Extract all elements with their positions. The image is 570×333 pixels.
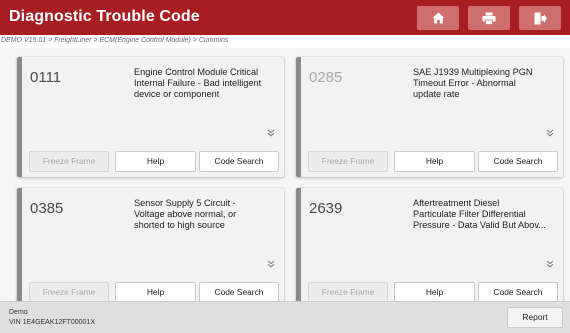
- app-window: Diagnostic Trouble Code DEMO V15.01 > Fr…: [0, 0, 570, 333]
- report-button[interactable]: Report: [507, 307, 563, 328]
- code-search-button[interactable]: Code Search: [199, 151, 279, 172]
- dtc-card: 0385 Sensor Supply 5 Circuit - Voltage a…: [17, 188, 284, 301]
- vin-label: VIN 1E4GEAK12FT00001X: [9, 319, 95, 326]
- breadcrumb: DEMO V15.01 > FreightLiner > ECM(Engine …: [0, 35, 570, 48]
- expand-chevron-icon[interactable]: [545, 259, 555, 269]
- card-accent-stripe: [17, 57, 22, 177]
- expand-chevron-icon[interactable]: [266, 128, 276, 138]
- dtc-description: Engine Control Module Critical Internal …: [134, 67, 262, 99]
- code-search-button[interactable]: Code Search: [199, 282, 279, 301]
- card-accent-stripe: [296, 57, 301, 177]
- dtc-description: SAE J1939 Multiplexing PGN Timeout Error…: [413, 67, 533, 99]
- freeze-frame-button: Freeze Frame: [29, 151, 109, 172]
- exit-icon: [534, 12, 547, 24]
- dtc-card: 2639 Aftertreatment Diesel Particulate F…: [296, 188, 563, 301]
- printer-icon: [482, 12, 496, 25]
- dtc-description: Aftertreatment Diesel Particulate Filter…: [413, 198, 546, 230]
- dtc-card: 0285 SAE J1939 Multiplexing PGN Timeout …: [296, 57, 563, 177]
- freeze-frame-button: Freeze Frame: [29, 282, 109, 301]
- title-bar: Diagnostic Trouble Code: [0, 0, 570, 35]
- card-accent-stripe: [17, 188, 22, 301]
- dtc-code: 0385: [30, 200, 64, 217]
- breadcrumb-path: DEMO V15.01 > FreightLiner > ECM(Engine …: [1, 37, 229, 44]
- freeze-frame-button: Freeze Frame: [308, 151, 388, 172]
- exit-button[interactable]: [519, 6, 561, 30]
- help-button[interactable]: Help: [394, 282, 475, 301]
- help-button[interactable]: Help: [115, 282, 196, 301]
- card-accent-stripe: [296, 188, 301, 301]
- code-search-button[interactable]: Code Search: [478, 151, 558, 172]
- dtc-code: 0285: [309, 69, 343, 86]
- dtc-code: 2639: [309, 200, 343, 217]
- page-title: Diagnostic Trouble Code: [9, 8, 200, 25]
- print-button[interactable]: [468, 6, 510, 30]
- dtc-description: Sensor Supply 5 Circuit - Voltage above …: [134, 198, 237, 230]
- dtc-list[interactable]: 0111 Engine Control Module Critical Inte…: [0, 48, 570, 301]
- freeze-frame-button: Freeze Frame: [308, 282, 388, 301]
- dtc-code: 0111: [30, 69, 62, 86]
- help-button[interactable]: Help: [394, 151, 475, 172]
- dtc-card: 0111 Engine Control Module Critical Inte…: [17, 57, 284, 177]
- expand-chevron-icon[interactable]: [545, 128, 555, 138]
- status-footer: Demo VIN 1E4GEAK12FT00001X Report: [0, 301, 570, 333]
- vehicle-name: Demo: [9, 309, 28, 316]
- help-button[interactable]: Help: [115, 151, 196, 172]
- code-search-button[interactable]: Code Search: [478, 282, 558, 301]
- home-icon: [432, 12, 444, 24]
- home-button[interactable]: [417, 6, 459, 30]
- expand-chevron-icon[interactable]: [266, 259, 276, 269]
